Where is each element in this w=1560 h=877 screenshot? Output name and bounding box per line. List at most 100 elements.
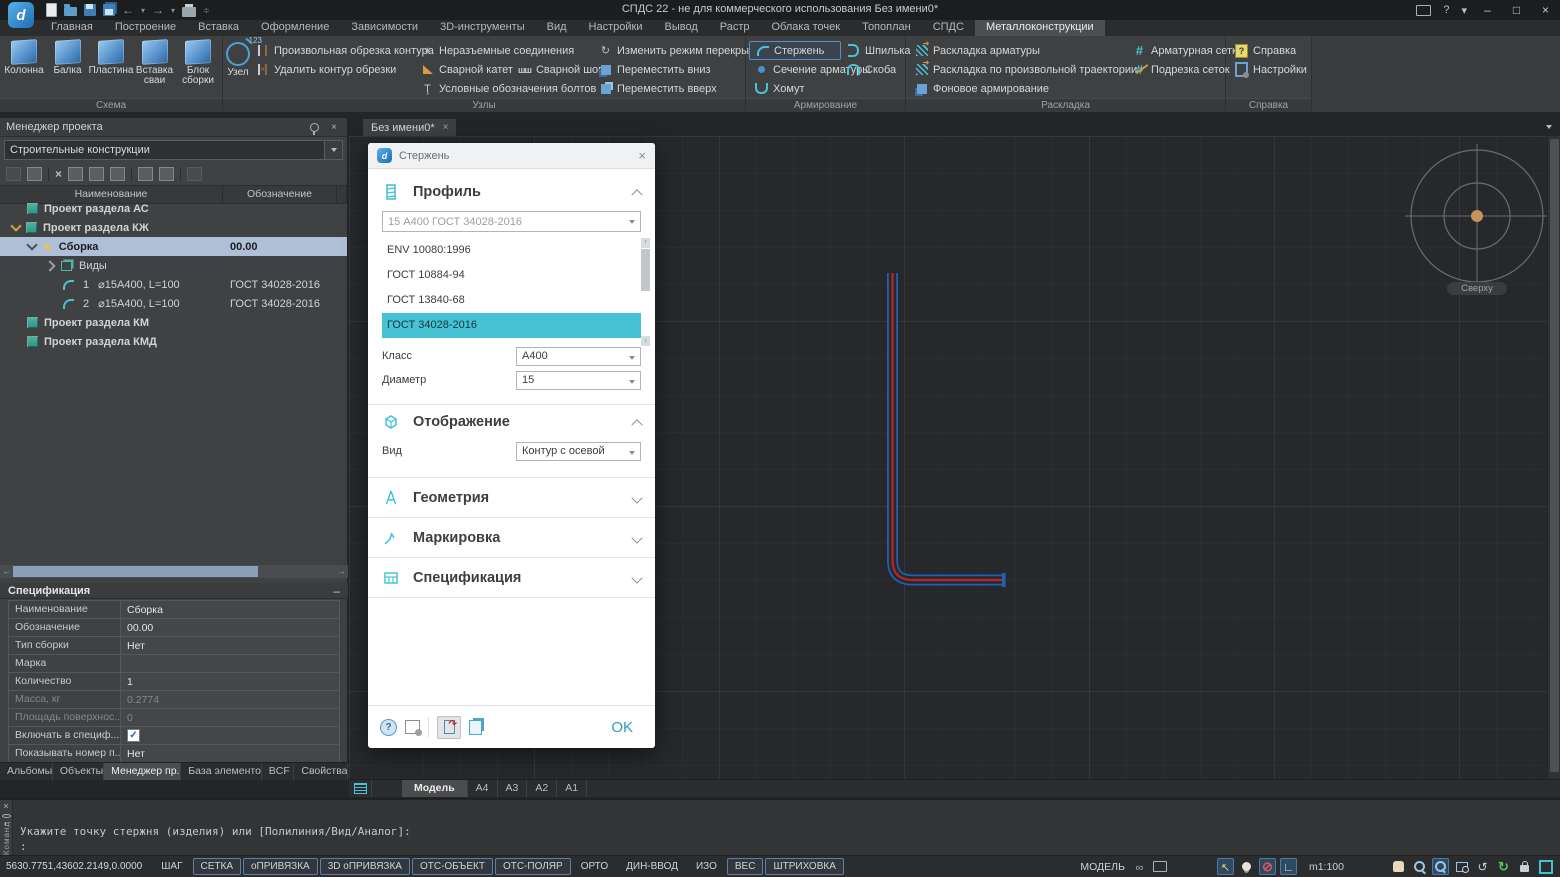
dialog-title-bar[interactable]: d Стержень ×	[368, 143, 655, 169]
expand-chevron-icon[interactable]	[26, 239, 37, 250]
qat-customize-icon[interactable]: ≑	[203, 6, 210, 15]
zoom-window-icon[interactable]	[1453, 858, 1470, 875]
section-profile[interactable]: Профиль	[368, 175, 655, 209]
scroll-right-icon[interactable]: →	[335, 565, 348, 578]
dialog-help-icon[interactable]	[380, 719, 397, 736]
extra-icon[interactable]	[187, 167, 202, 181]
view-combo[interactable]: Контур с осевой	[516, 442, 641, 461]
plate-button[interactable]: Пластина	[90, 38, 132, 76]
link-icon[interactable]	[1131, 858, 1148, 875]
tab-topoplan[interactable]: Топоплан	[851, 20, 922, 36]
assembly-block-button[interactable]: Блок сборки	[177, 38, 219, 86]
toggle-ots-obekt[interactable]: ОТС-ОБЪЕКТ	[412, 858, 493, 875]
copy-properties-icon[interactable]	[469, 720, 482, 735]
print-icon[interactable]	[182, 7, 196, 17]
ok-button[interactable]: OK	[611, 719, 643, 736]
tab-properties[interactable]: Свойства	[294, 763, 348, 780]
tab-element-base[interactable]: База элементов	[181, 763, 262, 780]
scrollbar-thumb[interactable]	[13, 566, 258, 577]
add-project-icon[interactable]	[6, 167, 21, 181]
tree-item-vidy[interactable]: Виды	[0, 256, 347, 275]
tab-a1[interactable]: А1	[557, 780, 587, 797]
background-reinforcement-button[interactable]: Фоновое армирование	[909, 79, 1127, 98]
permanent-joints-button[interactable]: Неразъемные соединения	[415, 41, 593, 60]
maximize-button[interactable]: □	[1502, 0, 1531, 20]
toggle-orto[interactable]: ОРТО	[573, 858, 616, 875]
column-button[interactable]: Колонна	[3, 38, 45, 76]
compass-view-label[interactable]: Сверху	[1447, 282, 1507, 295]
profile-select-dropdown-icon[interactable]	[324, 141, 342, 159]
include-checkbox[interactable]	[127, 729, 140, 742]
tab-metallokonstrukcii[interactable]: Металлоконструкции	[975, 20, 1105, 36]
tab-postroenie[interactable]: Построение	[104, 20, 187, 36]
save-icon[interactable]	[84, 4, 96, 16]
expand-chevron-icon[interactable]	[631, 572, 642, 583]
tab-vyvod[interactable]: Вывод	[653, 20, 708, 36]
spec-row-assembly-type[interactable]: Тип сборкиНет	[8, 637, 340, 655]
vertical-scrollbar[interactable]	[1547, 136, 1560, 779]
undo-icon[interactable]: ←	[122, 4, 134, 16]
tab-vid[interactable]: Вид	[536, 20, 578, 36]
edit-icon[interactable]	[138, 167, 153, 181]
list-scrollbar[interactable]: ↑ ↓	[641, 238, 650, 338]
pile-insert-button[interactable]: Вставка сваи	[134, 38, 176, 86]
copy-icon[interactable]	[89, 167, 104, 181]
minimize-button[interactable]: –	[1473, 0, 1502, 20]
cursor-select-icon[interactable]	[1217, 858, 1234, 875]
bolt-symbols-button[interactable]: ŢУсловные обозначения болтов	[415, 79, 593, 98]
help-icon[interactable]: ?	[1443, 4, 1449, 16]
toggle-shtrihovka[interactable]: ШТРИХОВКА	[765, 858, 843, 875]
help-dropdown-icon[interactable]: ▾	[1461, 4, 1467, 17]
section-display[interactable]: Отображение	[368, 405, 655, 439]
scrollbar-thumb[interactable]	[1550, 139, 1559, 772]
tab-a2[interactable]: А2	[527, 780, 557, 797]
monitor-icon[interactable]	[1152, 858, 1169, 875]
lock-icon[interactable]	[1516, 858, 1533, 875]
delete-icon[interactable]: ×	[55, 168, 62, 180]
spec-row-include-in-spec[interactable]: Включать в специф...	[8, 727, 340, 745]
combo-dropdown-icon[interactable]	[629, 380, 635, 384]
expand-chevron-icon[interactable]	[631, 492, 642, 503]
tree-item-as[interactable]: Проект раздела АС	[0, 199, 347, 218]
standard-option[interactable]: ENV 10080:1996	[382, 238, 641, 263]
tab-objects[interactable]: Объекты	[53, 763, 104, 780]
toggle-shag[interactable]: ШАГ	[153, 858, 190, 875]
tab-glavnaya[interactable]: Главная	[40, 20, 104, 36]
workspace-icon[interactable]	[1416, 5, 1431, 16]
dialog-settings-icon[interactable]	[405, 720, 420, 734]
document-list-dropdown-icon[interactable]	[1546, 125, 1552, 129]
tab-a4[interactable]: А4	[468, 780, 498, 797]
arbitrary-contour-trim-button[interactable]: Произвольная обрезка контура	[250, 41, 415, 60]
command-input[interactable]: :	[20, 840, 27, 853]
insert-mode-toggle[interactable]	[437, 716, 461, 739]
class-combo[interactable]: А400	[516, 347, 641, 366]
close-button[interactable]: ×	[1531, 0, 1560, 20]
clone-icon[interactable]	[27, 167, 42, 181]
toggle-oprivyazka[interactable]: оПРИВЯЗКА	[243, 858, 318, 875]
panel-close-icon[interactable]: ×	[327, 122, 341, 133]
change-overlap-mode-button[interactable]: Изменить режим перекрытия	[593, 41, 753, 60]
weld-leg-button[interactable]: Сварной катетшшСварной шов	[415, 60, 593, 79]
collapse-icon[interactable]: –	[333, 584, 340, 598]
spec-row-mark[interactable]: Марка	[8, 655, 340, 673]
expand-chevron-icon[interactable]	[10, 220, 21, 231]
horizontal-scrollbar[interactable]: ← →	[0, 565, 348, 578]
toggle-izo[interactable]: ИЗО	[688, 858, 725, 875]
scroll-left-icon[interactable]: ←	[0, 565, 13, 578]
specification-icon[interactable]	[159, 167, 174, 181]
delete-trim-contour-button[interactable]: Удалить контур обрезки	[250, 60, 415, 79]
redo-icon[interactable]: →	[152, 4, 164, 16]
zoom-icon[interactable]	[1411, 858, 1428, 875]
toggle-ves[interactable]: ВЕС	[727, 858, 764, 875]
tab-3d-instrumenty[interactable]: 3D-инструменты	[429, 20, 536, 36]
collapse-chevron-icon[interactable]	[44, 260, 55, 271]
tree-item-km[interactable]: Проект раздела КМ	[0, 313, 347, 332]
scale-value[interactable]: m1:100	[1309, 861, 1344, 873]
standard-option-selected[interactable]: ГОСТ 34028-2016	[382, 313, 641, 338]
beam-button[interactable]: Балка	[47, 38, 89, 76]
pin-icon[interactable]	[310, 123, 319, 132]
command-close-icon[interactable]: ×	[3, 802, 8, 811]
tree-item-kmd[interactable]: Проект раздела КМД	[0, 332, 347, 351]
tab-model[interactable]: Модель	[402, 780, 468, 797]
node-button[interactable]: Узел	[226, 38, 250, 78]
